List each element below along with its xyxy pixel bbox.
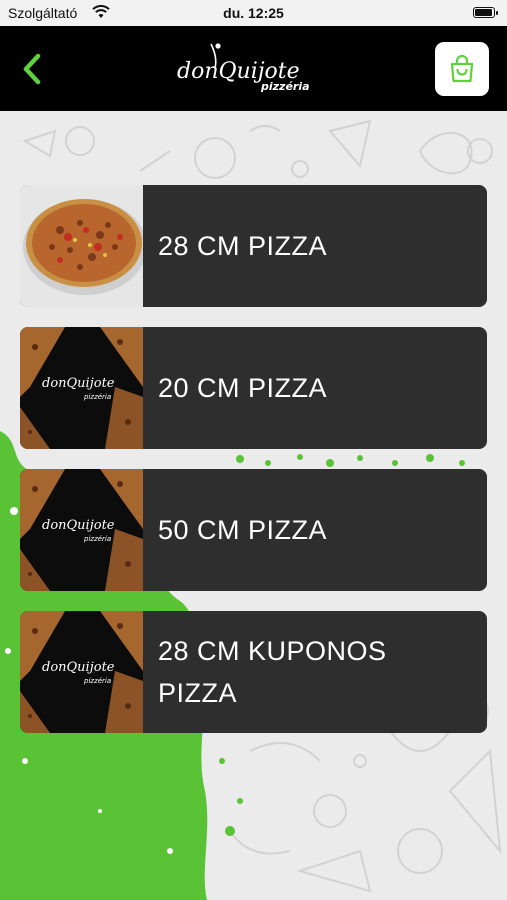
menu-item-28cm-pizza[interactable]: 28 CM PIZZA [20,185,487,307]
thumb-logo-text: donQuijote [42,376,115,391]
header: donQuijote pizzéria [0,26,507,111]
menu-item-label: 28 CM KUPONOS PIZZA [158,636,387,708]
shopping-bag-icon [450,55,474,83]
battery-icon [473,7,498,18]
chevron-left-icon [23,53,41,85]
logo-pizza-image: donQuijote pizzéria [20,469,143,591]
thumb-logo-subtext: pizzéria [83,393,111,401]
menu-item-label: 28 CM PIZZA [158,231,328,261]
menu-content[interactable]: 28 CM PIZZA donQuijote pizzéria 20 CM PI… [0,111,507,900]
menu-item-20cm-pizza[interactable]: donQuijote pizzéria 20 CM PIZZA [20,327,487,449]
logo-pizza-image: donQuijote pizzéria [20,327,143,449]
menu-item-label: 50 CM PIZZA [158,515,328,545]
back-button[interactable] [16,50,50,88]
thumb-logo-text: donQuijote [42,518,115,533]
status-bar: Szolgáltató du. 12:25 [0,0,507,26]
clock: du. 12:25 [223,5,284,21]
pizza-photo [20,185,143,307]
thumb-logo-text: donQuijote [42,660,115,675]
brand-logo: donQuijote pizzéria [173,38,333,98]
logo-subtext: pizzéria [260,80,310,93]
menu-item-50cm-pizza[interactable]: donQuijote pizzéria 50 CM PIZZA [20,469,487,591]
menu-item-28cm-kuponos-pizza[interactable]: donQuijote pizzéria 28 CM KUPONOS PIZZA [20,611,487,733]
logo-pizza-image: donQuijote pizzéria [20,611,143,733]
thumb-logo-subtext: pizzéria [83,677,111,685]
menu-item-label: 20 CM PIZZA [158,373,328,403]
thumb-logo-subtext: pizzéria [83,535,111,543]
cart-button[interactable] [435,42,489,96]
